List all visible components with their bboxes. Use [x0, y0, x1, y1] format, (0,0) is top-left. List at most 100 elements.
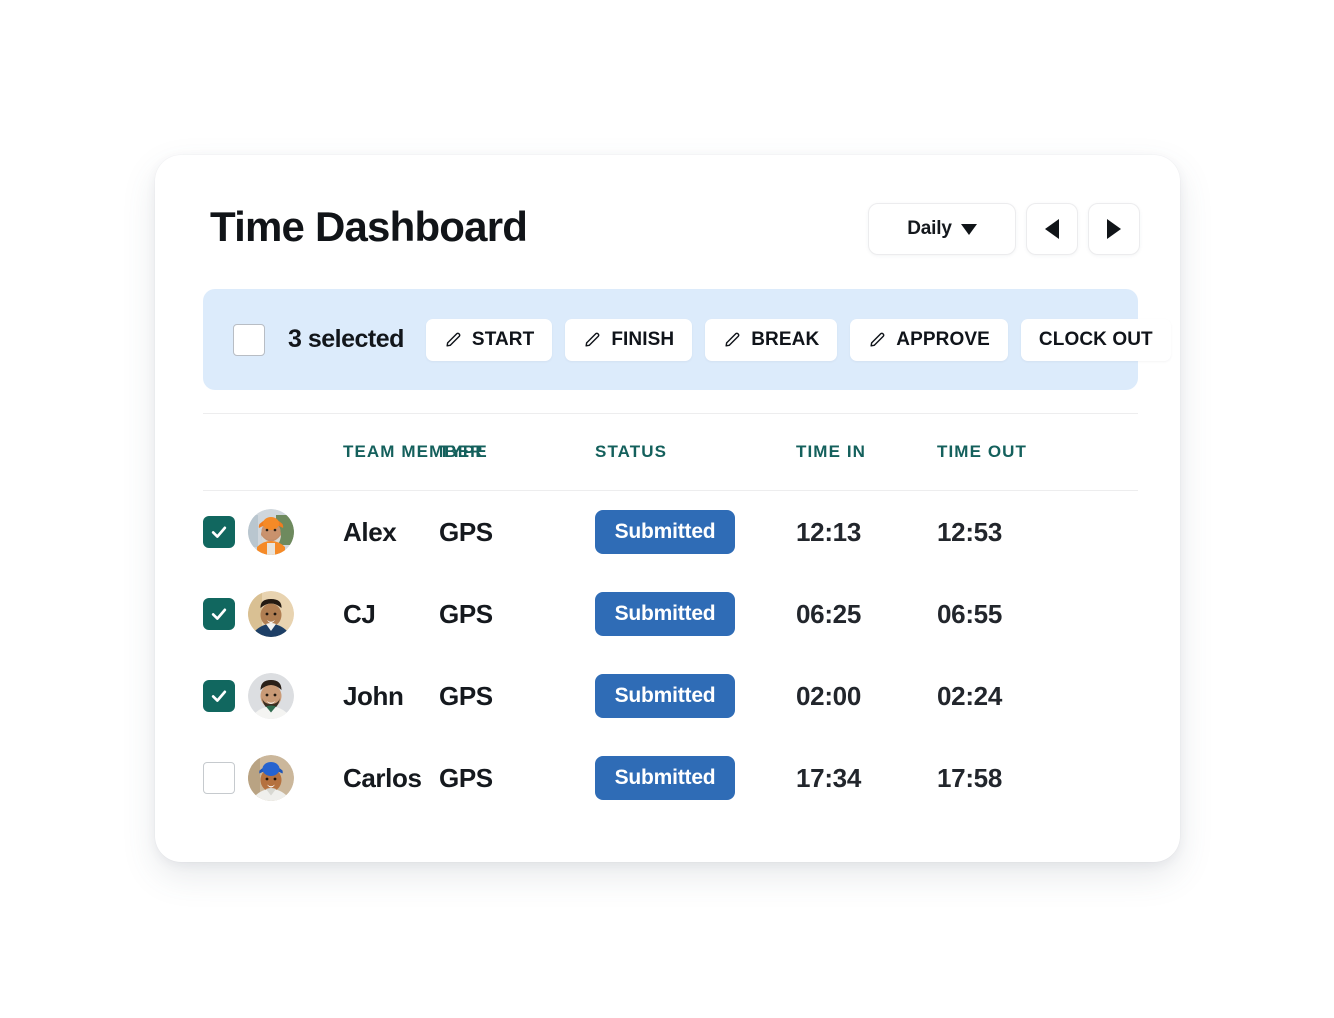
time-in-cell: 02:00	[796, 681, 937, 712]
column-header-time-in: TIME IN	[796, 442, 867, 461]
time-out-value: 17:58	[937, 762, 1002, 793]
time-out-value: 06:55	[937, 598, 1002, 629]
chevron-down-icon	[960, 223, 977, 235]
member-name-cell: John	[294, 681, 439, 712]
triangle-left-icon	[1045, 219, 1059, 239]
time-dashboard-card: Time Dashboard Daily 3 selected START FI…	[155, 155, 1180, 862]
avatar-carlos	[248, 755, 294, 801]
type-cell: GPS	[439, 517, 595, 548]
status-badge[interactable]: Submitted	[595, 674, 735, 718]
triangle-right-icon	[1107, 219, 1121, 239]
status-badge[interactable]: Submitted	[595, 510, 735, 554]
period-select-label: Daily	[907, 218, 952, 239]
time-out-cell: 12:53	[937, 517, 1087, 548]
avatar-cell	[248, 673, 294, 719]
time-in-cell: 06:25	[796, 599, 937, 630]
time-out-cell: 17:58	[937, 763, 1087, 794]
avatar	[248, 673, 294, 719]
member-name: John	[343, 680, 404, 711]
table-header-row: TEAM MEMBER TYPE STATUS TIME IN TIME OUT	[203, 413, 1138, 491]
time-in-value: 12:13	[796, 516, 861, 547]
pencil-icon	[446, 332, 461, 347]
time-in-value: 17:34	[796, 762, 861, 793]
avatar-cell	[248, 591, 294, 637]
row-select-checkbox[interactable]	[203, 762, 235, 794]
time-out-cell: 02:24	[937, 681, 1087, 712]
member-name-cell: CJ	[294, 599, 439, 630]
time-in-cell: 17:34	[796, 763, 937, 794]
column-header-type: TYPE	[439, 442, 488, 461]
table-row: John GPS Submitted 02:00 02:24	[203, 655, 1138, 737]
card-header: Time Dashboard Daily	[155, 155, 1180, 285]
status-cell: Submitted	[595, 510, 796, 554]
period-select-dropdown[interactable]: Daily	[868, 203, 1016, 255]
column-header-time-out: TIME OUT	[937, 442, 1028, 461]
time-out-value: 12:53	[937, 516, 1002, 547]
status-cell: Submitted	[595, 674, 796, 718]
table-row: Alex GPS Submitted 12:13 12:53	[203, 491, 1138, 573]
time-entries-table: TEAM MEMBER TYPE STATUS TIME IN TIME OUT	[203, 413, 1138, 819]
approve-button-label: APPROVE	[896, 328, 990, 350]
break-button[interactable]: BREAK	[705, 318, 838, 361]
row-select-checkbox[interactable]	[203, 598, 235, 630]
start-button[interactable]: START	[425, 318, 553, 361]
member-name: Alex	[343, 516, 397, 547]
member-name: Carlos	[343, 762, 422, 793]
status-badge[interactable]: Submitted	[595, 592, 735, 636]
column-header-status: STATUS	[595, 442, 668, 461]
status-badge[interactable]: Submitted	[595, 756, 735, 800]
member-name-cell: Carlos	[294, 763, 439, 794]
finish-button[interactable]: FINISH	[565, 318, 693, 361]
selected-count-label: 3 selected	[288, 325, 404, 353]
select-all-checkbox[interactable]	[233, 323, 265, 356]
table-row: CJ GPS Submitted 06:25 06:55	[203, 573, 1138, 655]
avatar-john	[248, 673, 294, 719]
avatar-cj	[248, 591, 294, 637]
break-button-label: BREAK	[751, 328, 820, 350]
avatar-cell	[248, 755, 294, 801]
row-select-checkbox[interactable]	[203, 680, 235, 712]
time-out-value: 02:24	[937, 680, 1002, 711]
avatar	[248, 755, 294, 801]
time-in-cell: 12:13	[796, 517, 937, 548]
type-value: GPS	[439, 516, 493, 547]
selection-action-bar: 3 selected START FINISH BREAK APPROVE CL…	[203, 289, 1171, 390]
row-select-checkbox[interactable]	[203, 516, 235, 548]
member-name-cell: Alex	[294, 517, 439, 548]
avatar-cell	[248, 509, 294, 555]
start-button-label: START	[471, 328, 535, 350]
pencil-icon	[585, 332, 600, 347]
avatar	[248, 591, 294, 637]
type-cell: GPS	[439, 763, 595, 794]
avatar-alex	[248, 509, 294, 555]
next-period-button[interactable]	[1088, 203, 1140, 255]
status-cell: Submitted	[595, 592, 796, 636]
previous-period-button[interactable]	[1026, 203, 1078, 255]
type-value: GPS	[439, 762, 493, 793]
finish-button-label: FINISH	[611, 328, 675, 350]
approve-button[interactable]: APPROVE	[850, 318, 1008, 361]
status-cell: Submitted	[595, 756, 796, 800]
clock-out-button[interactable]: CLOCK OUT	[1020, 318, 1171, 361]
clock-out-button-label: CLOCK OUT	[1038, 328, 1153, 350]
time-out-cell: 06:55	[937, 599, 1087, 630]
type-value: GPS	[439, 598, 493, 629]
type-cell: GPS	[439, 681, 595, 712]
bulk-action-buttons: START FINISH BREAK APPROVE CLOCK OUT	[425, 318, 1171, 361]
check-icon	[211, 608, 227, 620]
pencil-icon	[870, 332, 885, 347]
pencil-icon	[725, 332, 740, 347]
row-checkbox-cell	[203, 680, 248, 712]
row-checkbox-cell	[203, 598, 248, 630]
avatar	[248, 509, 294, 555]
row-checkbox-cell	[203, 762, 248, 794]
type-cell: GPS	[439, 599, 595, 630]
type-value: GPS	[439, 680, 493, 711]
time-in-value: 02:00	[796, 680, 861, 711]
time-in-value: 06:25	[796, 598, 861, 629]
member-name: CJ	[343, 598, 376, 629]
screenshot-root: Time Dashboard Daily 3 selected START FI…	[0, 0, 1334, 1018]
column-header-team-member: TEAM MEMBER	[343, 442, 484, 461]
row-checkbox-cell	[203, 516, 248, 548]
table-row: Carlos GPS Submitted 17:34 17:58	[203, 737, 1138, 819]
